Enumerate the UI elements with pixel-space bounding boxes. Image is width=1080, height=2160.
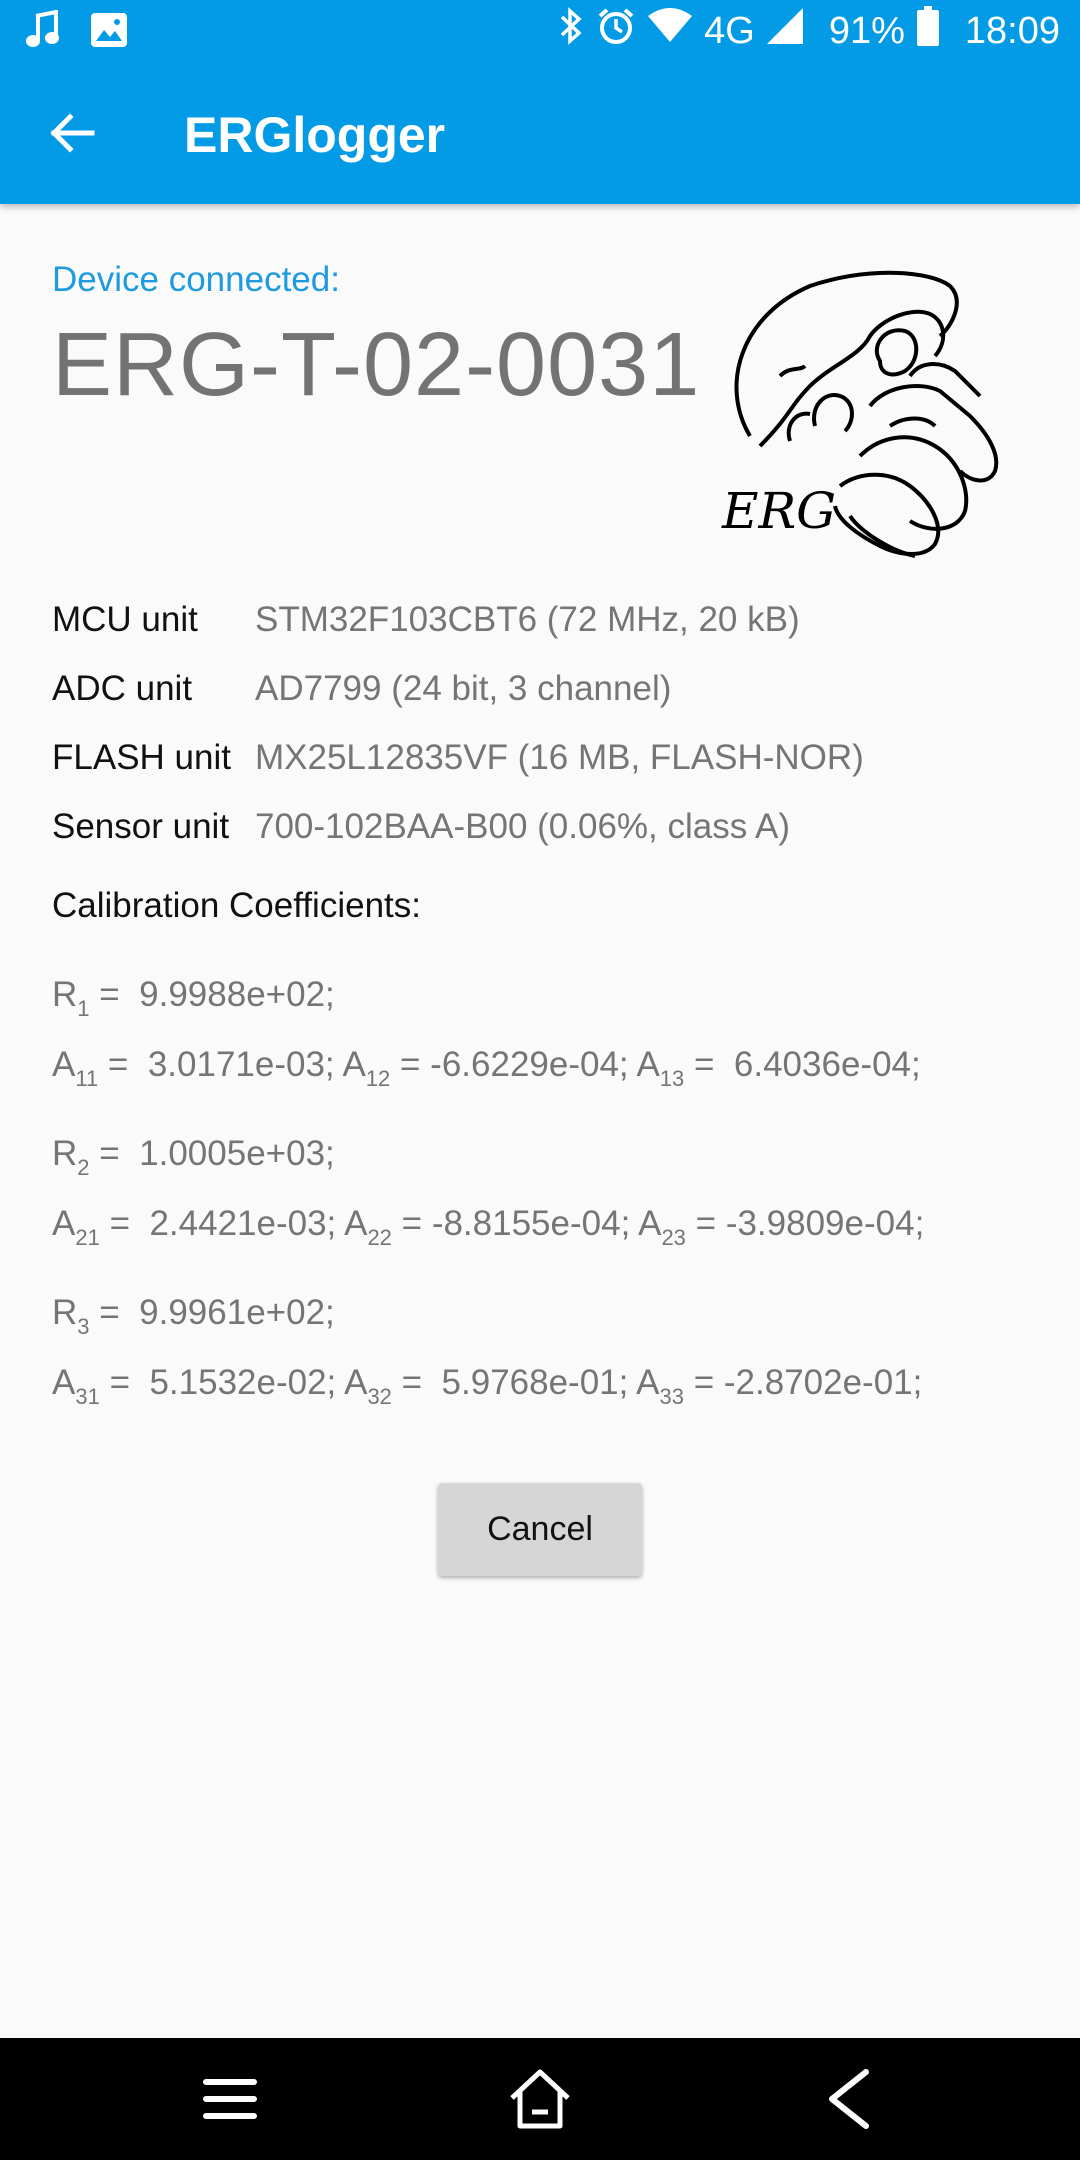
- calibration-title: Calibration Coefficients:: [52, 886, 421, 925]
- unit-value: 700-102BAA-B00 (0.06%, class A): [255, 806, 791, 846]
- arrow-back-icon[interactable]: [40, 100, 106, 166]
- unit-row-mcu: MCU unit STM32F103CBT6 (72 MHz, 20 kB): [52, 585, 864, 654]
- unit-row-sensor: Sensor unit 700-102BAA-B00 (0.06%, class…: [52, 792, 864, 861]
- music-note-icon: [26, 9, 60, 55]
- unit-info-list: MCU unit STM32F103CBT6 (72 MHz, 20 kB) A…: [52, 585, 864, 861]
- unit-row-adc: ADC unit AD7799 (24 bit, 3 channel): [52, 654, 864, 723]
- unit-label: MCU unit: [52, 599, 198, 639]
- unit-row-flash: FLASH unit MX25L12835VF (16 MB, FLASH-NO…: [52, 723, 864, 792]
- signal-icon: [766, 8, 803, 54]
- a3-line: A31 = 5.1532e-02; A32 = 5.9768e-01; A33 …: [52, 1363, 923, 1409]
- wifi-icon: [648, 8, 693, 54]
- toolbar: ERGlogger: [0, 62, 1080, 204]
- r1-line: R1 = 9.9988e+02;: [52, 975, 335, 1021]
- unit-label: FLASH unit: [52, 737, 231, 777]
- a2-line: A21 = 2.4421e-03; A22 = -8.8155e-04; A23…: [52, 1204, 925, 1250]
- page-title: ERGlogger: [184, 107, 446, 163]
- unit-label: ADC unit: [52, 668, 193, 708]
- r3-line: R3 = 9.9961e+02;: [52, 1293, 335, 1339]
- status-bar: 4G 91% 18:09: [0, 0, 1080, 62]
- system-nav-bar: [0, 2038, 1080, 2160]
- unit-value: STM32F103CBT6 (72 MHz, 20 kB): [255, 599, 800, 639]
- battery-percent: 91%: [828, 9, 905, 52]
- erg-logo-text: ERG: [721, 482, 836, 540]
- unit-label: Sensor unit: [52, 806, 230, 846]
- network-type: 4G: [704, 9, 755, 52]
- image-icon: [90, 12, 128, 53]
- app-bar: 4G 91% 18:09 ERGlogger: [0, 0, 1080, 204]
- cancel-button[interactable]: Cancel: [438, 1483, 642, 1576]
- home-icon[interactable]: [506, 2066, 574, 2132]
- r2-line: R2 = 1.0005e+03;: [52, 1134, 335, 1180]
- back-triangle-icon[interactable]: [816, 2066, 884, 2132]
- unit-value: MX25L12835VF (16 MB, FLASH-NOR): [255, 737, 864, 777]
- battery-icon: [916, 6, 939, 56]
- a1-line: A11 = 3.0171e-03; A12 = -6.6229e-04; A13…: [52, 1045, 921, 1091]
- clock: 18:09: [964, 9, 1060, 52]
- erg-logo: ERG: [720, 266, 1020, 566]
- unit-value: AD7799 (24 bit, 3 channel): [255, 668, 672, 708]
- alarm-icon: [596, 6, 636, 56]
- bluetooth-icon: [558, 6, 584, 56]
- menu-icon[interactable]: [196, 2066, 264, 2132]
